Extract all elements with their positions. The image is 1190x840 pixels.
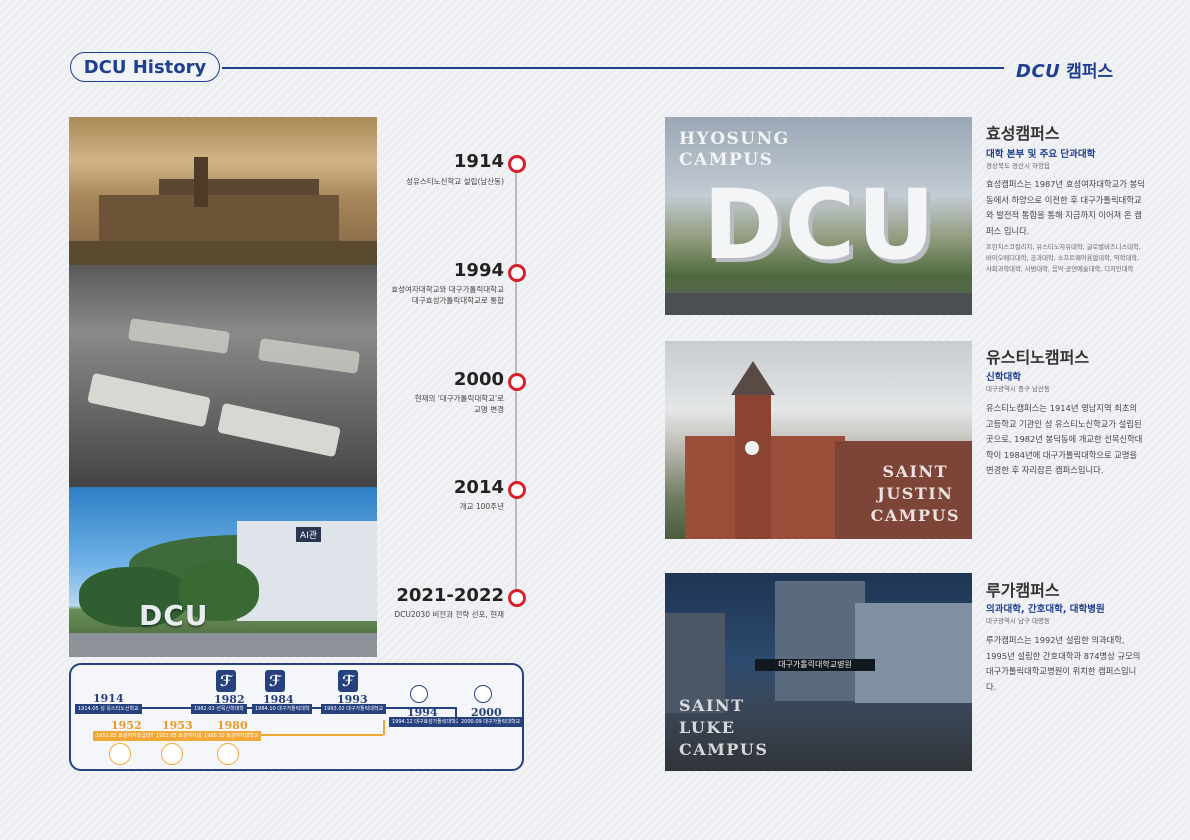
seal-icon: ℱ <box>265 670 285 692</box>
photo-caption: SAINT JUSTIN CAMPUS <box>870 462 960 525</box>
seal-icon: ℱ <box>338 670 358 692</box>
header-rule <box>222 67 1004 69</box>
timeline-desc: 성유스티노신학교 설립(남산동) <box>406 177 504 186</box>
modern-campus-photo: AI관 DCU <box>69 487 377 657</box>
justin-campus-photo: SAINT JUSTIN CAMPUS <box>665 341 972 539</box>
dcu-logo-text: DCU <box>1016 61 1061 82</box>
lineage-label: 1984.10 대구가톨릭대학 <box>252 704 313 714</box>
timeline-year: 1914 <box>453 151 504 172</box>
timeline-year: 1994 <box>453 260 504 281</box>
timeline-desc: 효성여자대학교와 대구가톨릭대학교 대구효성가톨릭대학교로 통합 <box>391 285 504 305</box>
dcu-sign: DCU <box>139 599 209 632</box>
campus-description: 효성캠퍼스는 1987년 효성여자대학교가 봉덕동에서 하양으로 이전한 후 대… <box>986 179 1145 236</box>
campus-description: 루가캠퍼스는 1992년 설립한 의과대학, 1995년 설립한 간호대학과 8… <box>986 635 1141 692</box>
campus-description: 유스티노캠퍼스는 1914년 영남지역 최초의 고등학교 기관인 성 유스티노신… <box>986 403 1143 475</box>
history-photo-collage: AI관 DCU <box>69 117 377 657</box>
lineage-label: 1914.05 성 유스티노신학교 <box>75 704 142 714</box>
lineage-label: 1952.05 효성여자초급대학 <box>93 731 159 741</box>
classroom-photo <box>69 265 377 487</box>
campus-location: 대구광역시 남구 대명동 <box>986 617 1050 625</box>
hyosung-campus-photo: HYOSUNG CAMPUS DCU <box>665 117 972 315</box>
timeline-dot <box>508 373 526 391</box>
campus-heading-text: 캠퍼스 <box>1066 62 1114 82</box>
timeline-dot <box>508 264 526 282</box>
timeline-dot <box>508 155 526 173</box>
campus-location: 대구광역시 중구 남산동 <box>986 385 1050 393</box>
timeline-desc: 개교 100주년 <box>459 502 504 511</box>
timeline-dot <box>508 481 526 499</box>
historic-building-photo <box>69 117 377 265</box>
timeline-desc: DCU2030 비전과 전략 선포, 현재 <box>394 610 504 619</box>
seal-icon: ℱ <box>216 670 236 692</box>
luke-campus-photo: 대구가톨릭대학교병원 SAINT LUKE CAMPUS <box>665 573 972 771</box>
timeline-year: 2000 <box>453 369 504 390</box>
campus-heading: DCU 캠퍼스 <box>1016 57 1113 82</box>
campus-subtitle: 의과대학, 간호대학, 대학병원 <box>986 604 1105 615</box>
campus-name: 유스티노캠퍼스 <box>986 348 1090 367</box>
timeline-dot <box>508 589 526 607</box>
hospital-sign: 대구가톨릭대학교병원 <box>755 659 875 671</box>
emblem-icon <box>474 685 492 703</box>
photo-caption: HYOSUNG CAMPUS <box>679 129 790 170</box>
emblem-icon <box>410 685 428 703</box>
campus-name: 루가캠퍼스 <box>986 581 1060 600</box>
lineage-label: 1982.03 선목신학대학 <box>191 704 247 714</box>
timeline-year: 2014 <box>453 477 504 498</box>
emblem-icon <box>161 743 183 765</box>
lineage-label: 1994.12 대구효성가톨릭대학교 <box>389 717 464 727</box>
lineage-label: 1993.02 대구가톨릭대학교 <box>321 704 387 714</box>
history-title: DCU History <box>83 56 207 78</box>
lineage-label: 2000.09 대구가톨릭대학교 <box>458 717 524 727</box>
emblem-icon <box>109 743 131 765</box>
photo-caption: SAINT LUKE CAMPUS <box>679 696 769 759</box>
history-title-pill: DCU History <box>70 52 220 82</box>
campus-subtitle: 신학대학 <box>986 372 1021 383</box>
institution-lineage-chart: 1914 1914.05 성 유스티노신학교 ℱ 1982 1982.03 선목… <box>69 663 524 771</box>
dcu-sculpture-sign: DCU <box>703 169 938 281</box>
timeline-year: 2021-2022 <box>396 585 504 606</box>
timeline-desc: 현재의 '대구가톨릭대학교'로 교명 변경 <box>414 394 504 414</box>
campus-location: 경상북도 경산시 하양읍 <box>986 162 1050 170</box>
lineage-label: 1980.10 효성여자대학교 <box>201 731 262 741</box>
campus-subtitle: 대학 본부 및 주요 단과대학 <box>986 149 1096 160</box>
campus-name: 효성캠퍼스 <box>986 124 1060 143</box>
campus-colleges: 프란치스코칼리지, 유스티노자유대학, 글로벌비즈니스대학, 바이오메디대학, … <box>986 244 1141 273</box>
emblem-icon <box>217 743 239 765</box>
ai-building-sign: AI관 <box>295 527 321 542</box>
